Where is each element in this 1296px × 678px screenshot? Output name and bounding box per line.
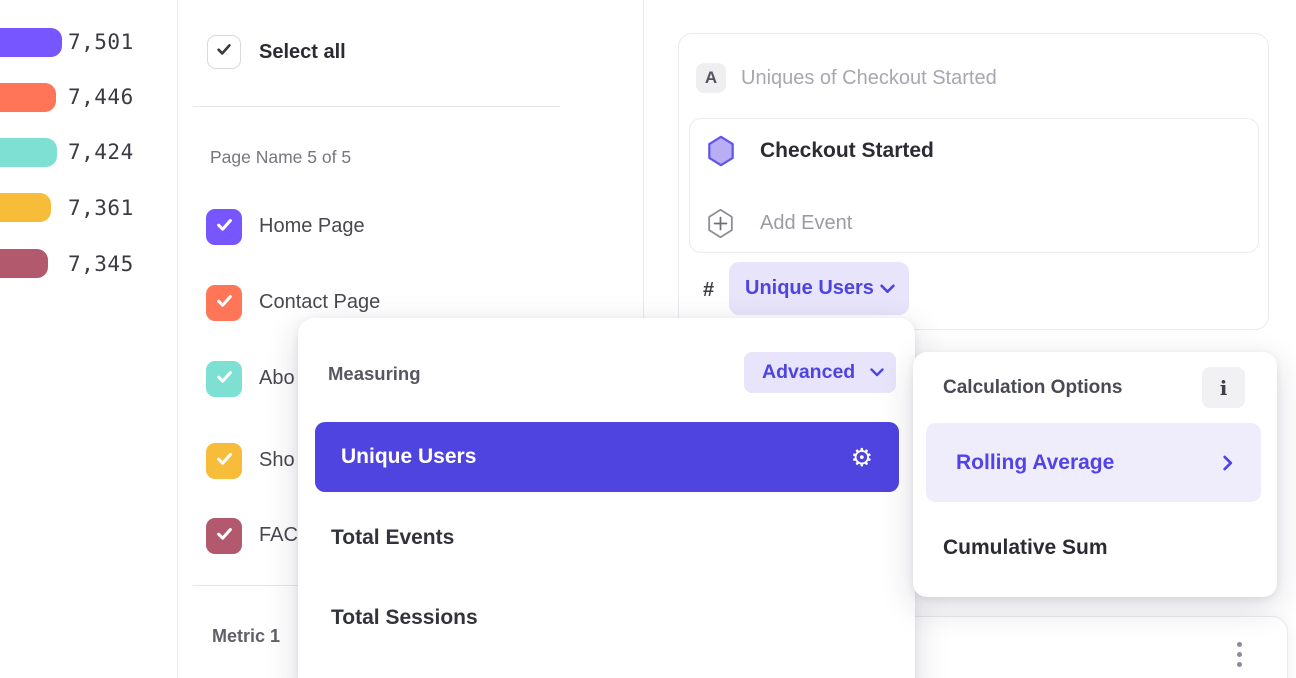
measuring-mode-value: Advanced — [762, 361, 855, 384]
aggregation-dropdown[interactable]: Unique Users — [729, 262, 909, 315]
legend-value: 7,345 — [68, 252, 134, 276]
calculation-option-rolling-average[interactable]: Rolling Average — [926, 423, 1261, 502]
query-builder-card: A Uniques of Checkout Started Checkout S… — [678, 33, 1269, 330]
metric-label: Metric 1 — [212, 626, 280, 647]
legend-value: 7,361 — [68, 196, 134, 220]
metric-title[interactable]: Uniques of Checkout Started — [741, 67, 997, 90]
breakdown-item-label[interactable]: Contact Page — [259, 291, 380, 314]
divider — [193, 106, 560, 107]
check-icon — [216, 43, 232, 61]
aggregation-value: Unique Users — [745, 277, 874, 300]
breakdown-item-label[interactable]: Sho — [259, 449, 295, 472]
legend-value: 7,501 — [68, 30, 134, 54]
panel-divider — [177, 0, 178, 678]
legend-row — [0, 138, 57, 167]
legend-row — [0, 28, 62, 57]
add-event-label: Add Event — [760, 212, 852, 235]
info-icon[interactable]: i — [1202, 367, 1245, 408]
series-bar — [0, 83, 56, 112]
breakdown-checkbox[interactable] — [206, 209, 242, 245]
chevron-right-icon — [1223, 455, 1233, 471]
breakdown-group-label: Page Name 5 of 5 — [210, 147, 351, 168]
calculation-option-cumulative-sum[interactable]: Cumulative Sum — [943, 536, 1108, 560]
event-list-card: Checkout Started Add Event — [689, 118, 1259, 253]
series-bar — [0, 138, 57, 167]
select-all-checkbox[interactable] — [207, 35, 241, 69]
breakdown-checkbox[interactable] — [206, 361, 242, 397]
breakdown-checkbox[interactable] — [206, 518, 242, 554]
series-bar — [0, 249, 48, 278]
series-bar — [0, 193, 51, 222]
check-icon — [216, 452, 233, 471]
measuring-option[interactable]: Total Sessions — [331, 606, 478, 630]
kebab-menu-icon[interactable] — [1237, 639, 1242, 669]
measuring-option[interactable]: Total Events — [331, 526, 454, 550]
metric-badge: A — [696, 63, 726, 93]
aggregation-prefix: # — [703, 279, 714, 302]
event-row[interactable]: Checkout Started — [706, 133, 934, 169]
add-event-button[interactable]: Add Event — [706, 207, 852, 239]
measuring-mode-dropdown[interactable]: Advanced — [744, 352, 896, 393]
select-all-label: Select all — [259, 41, 346, 64]
check-icon — [216, 294, 233, 313]
calculation-options-title: Calculation Options — [943, 377, 1122, 399]
measuring-option-selected[interactable]: Unique Users ⚙ — [315, 422, 899, 492]
breakdown-checkbox[interactable] — [206, 443, 242, 479]
breakdown-item-label[interactable]: Home Page — [259, 215, 365, 238]
add-event-hexagon-icon — [706, 208, 735, 239]
insights-screen: 7,501 7,446 7,424 7,361 7,345 Select all… — [0, 0, 1296, 678]
measuring-title: Measuring — [328, 363, 421, 385]
event-hexagon-icon — [706, 135, 736, 167]
breakdown-item-label[interactable]: Abo — [259, 367, 295, 390]
calculation-option-label: Rolling Average — [956, 451, 1114, 475]
chevron-down-icon — [880, 284, 895, 294]
check-icon — [216, 370, 233, 389]
measuring-option-label: Unique Users — [341, 445, 476, 469]
calculation-options-menu: Calculation Options i Rolling Average Cu… — [913, 352, 1277, 597]
check-icon — [216, 527, 233, 546]
measuring-menu: Measuring Advanced Unique Users ⚙ Total … — [298, 318, 915, 678]
breakdown-item-label[interactable]: FAC — [259, 524, 298, 547]
legend-value: 7,446 — [68, 85, 134, 109]
legend-row — [0, 249, 48, 278]
event-name: Checkout Started — [760, 139, 934, 163]
legend-row — [0, 193, 51, 222]
breakdown-checkbox[interactable] — [206, 285, 242, 321]
chevron-down-icon — [870, 368, 884, 377]
legend-value: 7,424 — [68, 140, 134, 164]
gear-icon[interactable]: ⚙ — [851, 445, 873, 470]
series-bar — [0, 28, 62, 57]
check-icon — [216, 218, 233, 237]
legend-row — [0, 83, 56, 112]
